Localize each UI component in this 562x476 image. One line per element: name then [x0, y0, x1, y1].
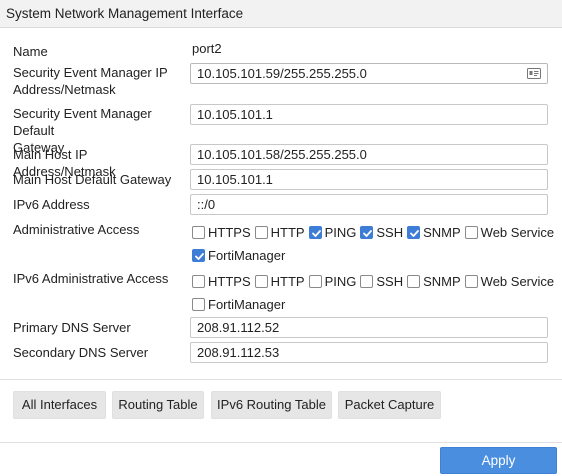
admin-access-snmp-option[interactable]: SNMP: [407, 225, 461, 240]
secondary-dns-field[interactable]: 208.91.112.53: [190, 342, 548, 363]
host-gateway-field[interactable]: 10.105.101.1: [190, 169, 548, 190]
ipv6-admin-access-option-label: HTTPS: [208, 273, 251, 289]
ipv6-admin-access-fortimanager-checkbox[interactable]: [192, 297, 205, 311]
primary-dns-field-value: 208.91.112.52: [197, 320, 280, 335]
sem-ip-label: Security Event Manager IP Address/Netmas…: [13, 64, 191, 98]
ipv6-admin-access-web-service-option[interactable]: Web Service: [464, 273, 555, 289]
admin-access-ping-checkbox[interactable]: [308, 225, 322, 239]
admin-access-https-checkbox[interactable]: [192, 225, 205, 239]
ipv6-admin-access-row-2: FortiManager: [192, 295, 289, 313]
admin-access-fortimanager-option[interactable]: FortiManager: [192, 248, 285, 263]
admin-access-https-option[interactable]: HTTPS: [192, 225, 251, 240]
ipv6-address-field[interactable]: ::/0: [190, 194, 548, 215]
admin-access-fortimanager-checkbox[interactable]: [192, 248, 205, 262]
admin-access-snmp-checkbox[interactable]: [407, 225, 421, 239]
apply-button[interactable]: Apply: [440, 447, 557, 474]
checkmark-icon: [363, 229, 373, 237]
host-ip-field-value: 10.105.101.58/255.255.255.0: [197, 147, 367, 162]
ipv6-admin-access-ssh-option[interactable]: SSH: [360, 274, 403, 289]
ipv6-admin-access-https-checkbox[interactable]: [192, 274, 205, 288]
host-ip-field[interactable]: 10.105.101.58/255.255.255.0: [190, 144, 548, 165]
admin-access-option-label: Web Service: [480, 224, 555, 240]
admin-access-label: Administrative Access: [13, 222, 140, 237]
name-value: port2: [192, 41, 222, 56]
ipv6-admin-access-option-label: PING: [324, 273, 357, 289]
sem-ip-field[interactable]: 10.105.101.59/255.255.255.0: [190, 63, 548, 84]
all-interfaces-button[interactable]: All Interfaces: [13, 391, 106, 419]
divider-top: [0, 379, 562, 380]
admin-access-ping-option[interactable]: PING: [308, 224, 357, 240]
admin-access-option-label: SNMP: [423, 224, 461, 240]
ipv6-routing-table-button[interactable]: IPv6 Routing Table: [211, 391, 332, 419]
sem-gateway-label-line1: Security Event Manager Default: [13, 106, 152, 138]
admin-access-web-service-option[interactable]: Web Service: [464, 224, 555, 240]
admin-access-option-label: HTTP: [270, 224, 305, 240]
contact-card-icon[interactable]: [527, 68, 541, 79]
ipv6-admin-access-ping-option[interactable]: PING: [308, 273, 357, 289]
ipv6-address-label: IPv6 Address: [13, 197, 90, 212]
sem-ip-label-line2: Address/Netmask: [13, 82, 116, 97]
ipv6-admin-access-http-option[interactable]: HTTP: [254, 273, 305, 289]
primary-dns-label: Primary DNS Server: [13, 320, 131, 335]
host-gateway-label: Main Host Default Gateway: [13, 172, 172, 187]
ipv6-admin-access-option-label: FortiManager: [208, 296, 286, 312]
routing-table-button[interactable]: Routing Table: [112, 391, 204, 419]
admin-access-row-1: HTTPS HTTP PING SSH SNMP Web Service: [192, 223, 558, 241]
admin-access-web-service-checkbox[interactable]: [464, 225, 478, 239]
divider-bottom: [0, 442, 562, 443]
primary-dns-field[interactable]: 208.91.112.52: [190, 317, 548, 338]
admin-access-row-2: FortiManager: [192, 246, 289, 264]
admin-access-option-label: FortiManager: [208, 247, 286, 263]
ipv6-admin-access-row-1: HTTPS HTTP PING SSH SNMP Web Service: [192, 272, 558, 290]
ipv6-admin-access-fortimanager-option[interactable]: FortiManager: [192, 297, 285, 312]
ipv6-admin-access-label: IPv6 Administrative Access: [13, 271, 169, 286]
ipv6-admin-access-ping-checkbox[interactable]: [308, 274, 322, 288]
ipv6-admin-access-option-label: Web Service: [480, 273, 555, 289]
admin-access-option-label: HTTPS: [208, 224, 251, 240]
ipv6-address-field-value: ::/0: [197, 197, 216, 212]
host-gateway-field-value: 10.105.101.1: [197, 172, 273, 187]
sem-gateway-field[interactable]: 10.105.101.1: [190, 104, 548, 125]
ipv6-admin-access-snmp-checkbox[interactable]: [407, 274, 421, 288]
ipv6-admin-access-option-label: SSH: [376, 273, 404, 289]
ipv6-admin-access-option-label: HTTP: [270, 273, 305, 289]
packet-capture-button[interactable]: Packet Capture: [338, 391, 441, 419]
ipv6-admin-access-snmp-option[interactable]: SNMP: [407, 274, 461, 289]
ipv6-admin-access-http-checkbox[interactable]: [254, 274, 268, 288]
admin-access-option-label: PING: [324, 224, 357, 240]
ipv6-admin-access-https-option[interactable]: HTTPS: [192, 274, 251, 289]
admin-access-http-option[interactable]: HTTP: [254, 224, 305, 240]
admin-access-http-checkbox[interactable]: [254, 225, 268, 239]
admin-access-option-label: SSH: [376, 224, 404, 240]
name-label: Name: [13, 44, 48, 59]
admin-access-ssh-option[interactable]: SSH: [360, 225, 403, 240]
sem-ip-label-line1: Security Event Manager IP: [13, 65, 168, 80]
secondary-dns-field-value: 208.91.112.53: [197, 345, 280, 360]
admin-access-ssh-checkbox[interactable]: [360, 225, 374, 239]
checkmark-icon: [410, 229, 420, 237]
checkmark-icon: [195, 252, 204, 260]
ipv6-admin-access-ssh-checkbox[interactable]: [360, 274, 374, 288]
ipv6-admin-access-web-service-checkbox[interactable]: [464, 274, 478, 288]
sem-gateway-field-value: 10.105.101.1: [197, 107, 273, 122]
window-title: System Network Management Interface: [0, 0, 562, 28]
sem-ip-field-value: 10.105.101.59/255.255.255.0: [197, 66, 367, 81]
checkmark-icon: [311, 229, 321, 237]
secondary-dns-label: Secondary DNS Server: [13, 345, 149, 360]
ipv6-admin-access-option-label: SNMP: [423, 273, 461, 289]
